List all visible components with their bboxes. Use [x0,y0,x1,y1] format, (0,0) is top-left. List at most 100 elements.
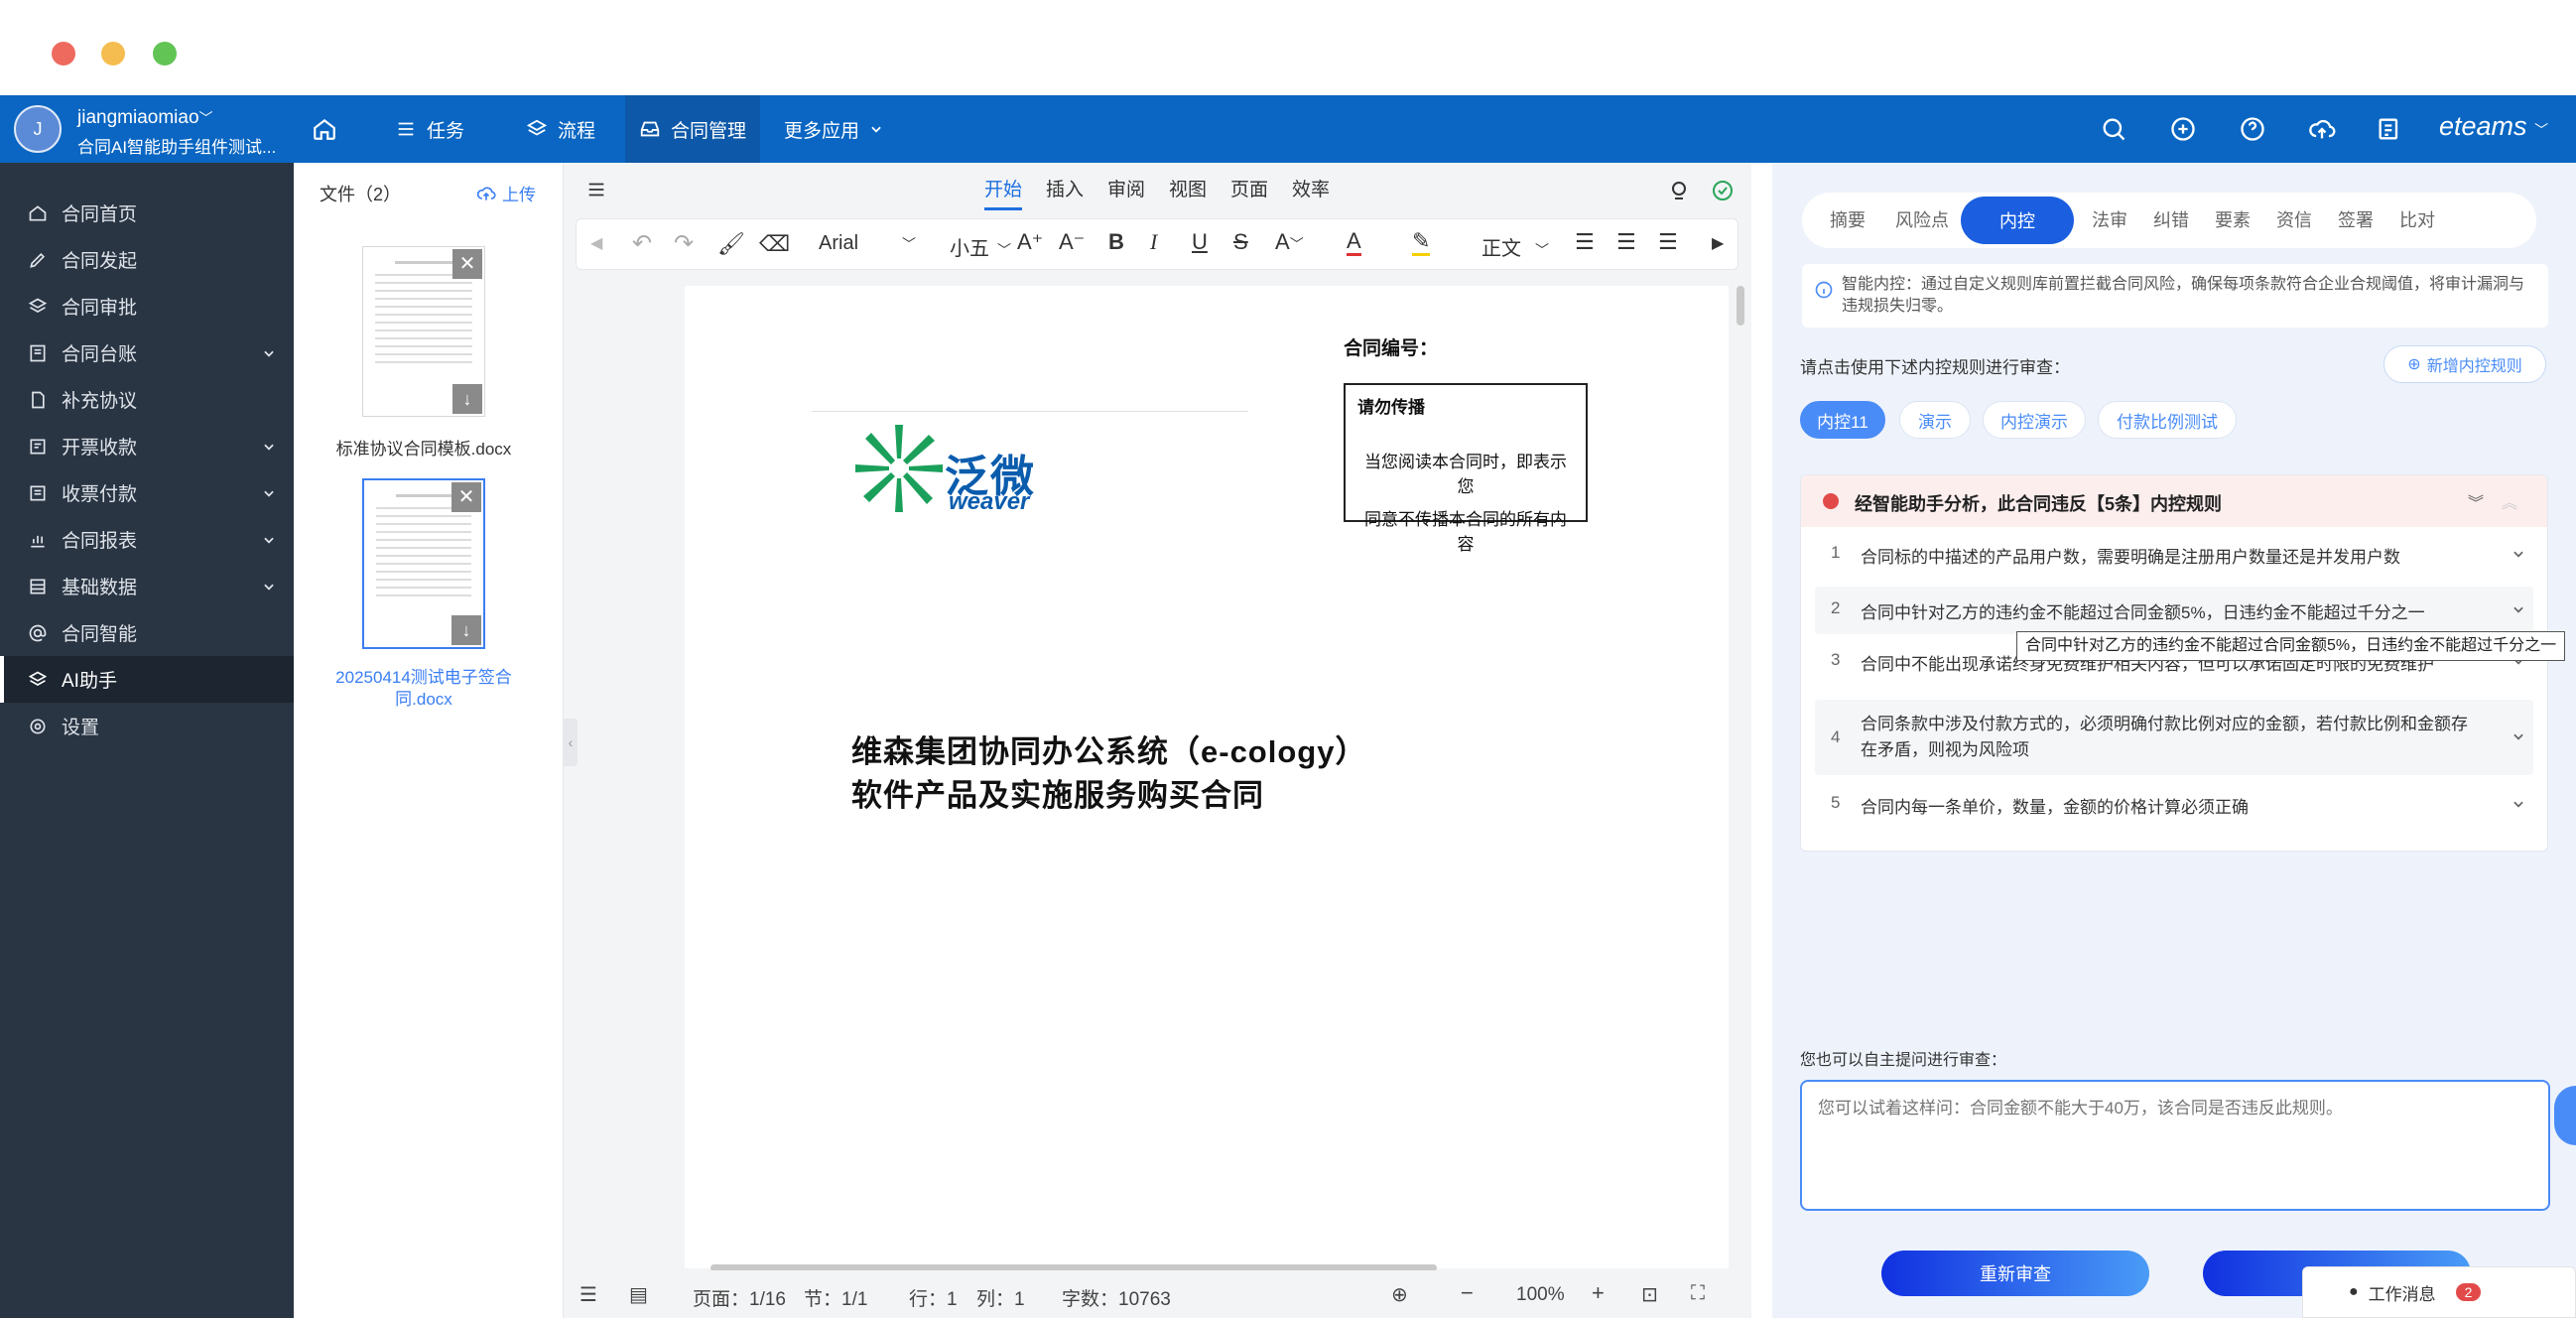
outline-icon[interactable]: ☰ [580,1282,597,1307]
underline-icon[interactable]: U [1192,229,1208,255]
recheck-button[interactable]: 重新审查 [1881,1251,2149,1296]
sidebar-item-intelligence[interactable]: 合同智能 [0,609,294,656]
nav-home[interactable] [312,95,351,163]
font-color-icon[interactable]: A [1347,229,1361,256]
redo-icon[interactable]: ↷ [674,229,694,258]
rule-chip[interactable]: 付款比例测试 [2098,401,2237,439]
eraser-icon[interactable]: ⌫ [759,231,790,257]
menu-icon[interactable] [585,179,607,200]
tab-start[interactable]: 开始 [984,175,1023,210]
collapse-all-icon[interactable]: ︽ [2502,489,2517,513]
undo-icon[interactable]: ↶ [632,229,652,258]
font-family-select[interactable]: Arial ﹀ [819,232,916,255]
tab-sign[interactable]: 签署 [2338,206,2374,232]
tab-review[interactable]: 审阅 [1107,175,1145,201]
shrink-font-icon[interactable]: A⁻ [1059,229,1085,255]
tab-page[interactable]: 页面 [1230,175,1268,201]
tab-correction[interactable]: 纠错 [2153,206,2189,232]
upload-button[interactable]: 上传 [476,181,536,205]
align-left-icon[interactable]: ☰ [1575,229,1595,255]
panel-collapse-handle[interactable]: ‹ [564,719,578,766]
highlight-icon[interactable]: ✎ [1412,229,1431,256]
work-message-bar[interactable]: ● 工作消息 2 [2302,1266,2576,1318]
rule-chip[interactable]: 演示 [1899,401,1971,439]
help-icon[interactable] [2239,115,2266,143]
sidebar-item-report[interactable]: 合同报表 [0,516,294,563]
sidebar-item-initiate[interactable]: 合同发起 [0,236,294,283]
rule-chip[interactable]: 内控演示 [1983,401,2086,439]
tab-summary[interactable]: 摘要 [1830,206,1866,232]
nav-flow[interactable]: 流程 [526,95,595,163]
vertical-scrollbar[interactable] [1737,286,1744,326]
minimize-window-button[interactable] [101,42,125,66]
delete-file-icon[interactable]: ✕ [452,249,482,279]
format-painter-icon[interactable]: 🖌 [717,231,745,257]
sidebar-item-home[interactable]: 合同首页 [0,190,294,236]
tab-view[interactable]: 视图 [1169,175,1207,201]
file-thumbnail[interactable]: ✕ ↓ [362,478,485,649]
sidebar-item-ledger[interactable]: 合同台账 [0,330,294,376]
tab-risk[interactable]: 风险点 [1895,206,1949,232]
user-name[interactable]: jiangmiaomiao﹀ [77,107,213,129]
language-icon[interactable]: ⊕ [1391,1282,1408,1307]
fullscreen-icon[interactable]: ⛶ [1691,1282,1705,1305]
nav-contract-manage[interactable]: 合同管理 [625,95,761,163]
brand-switcher[interactable]: eteams ﹀ [2439,111,2548,142]
notes-icon[interactable] [2376,115,2403,143]
align-right-icon[interactable]: ☰ [1658,229,1678,255]
zoom-in-icon[interactable]: + [1592,1280,1605,1306]
rule-item[interactable]: 1 合同标的中描述的产品用户数，需要明确是注册用户数量还是并发用户数 [1801,543,2547,583]
download-file-icon[interactable]: ↓ [452,384,482,414]
tab-insert[interactable]: 插入 [1046,175,1084,201]
fit-page-icon[interactable]: ⊡ [1641,1282,1658,1307]
close-window-button[interactable] [52,42,75,66]
text-effect-icon[interactable]: A﹀ [1275,229,1304,255]
sidebar-item-supplement[interactable]: 补充协议 [0,376,294,423]
file-name[interactable]: 标准协议合同模板.docx [294,435,554,460]
maximize-window-button[interactable] [153,42,177,66]
sidebar-item-invoice[interactable]: 开票收款 [0,423,294,469]
align-center-icon[interactable]: ☰ [1616,229,1636,255]
nav-tasks[interactable]: 任务 [395,95,464,163]
add-circle-icon[interactable] [2169,115,2197,143]
italic-icon[interactable]: I [1150,229,1157,255]
tab-compare[interactable]: 比对 [2399,206,2435,232]
rule-item[interactable]: 5 合同内每一条单价，数量，金额的价格计算必须正确 [1801,793,2547,833]
nav-more-apps[interactable]: 更多应用 [784,95,883,163]
collaborate-icon[interactable] [1667,179,1691,202]
add-rule-button[interactable]: ⊕ 新增内控规则 [2383,345,2546,383]
question-input[interactable] [1800,1080,2550,1211]
cloud-saved-icon[interactable] [1711,179,1735,202]
font-size-select[interactable]: 小五 ﹀ [950,232,1011,261]
sidebar-item-approval[interactable]: 合同审批 [0,283,294,330]
sidebar-item-basedata[interactable]: 基础数据 [0,563,294,609]
tab-efficiency[interactable]: 效率 [1292,175,1330,201]
paragraph-style-select[interactable]: 正文 ﹀ [1481,232,1549,261]
strikethrough-icon[interactable]: S [1233,229,1248,255]
rule-item[interactable]: 2 合同中针对乙方的违约金不能超过合同金额5%，日违约金不能超过千分之一 [1815,587,2533,634]
tab-legal[interactable]: 法审 [2092,206,2127,232]
search-icon[interactable] [2100,115,2127,143]
cloud-upload-icon[interactable] [2308,115,2336,143]
tab-elements[interactable]: 要素 [2215,206,2251,232]
scroll-left-icon[interactable]: ◀ [590,233,602,253]
file-thumbnail[interactable]: ✕ ↓ [362,246,485,417]
avatar[interactable]: J [14,105,62,153]
grow-font-icon[interactable]: A⁺ [1017,229,1043,255]
page-icon[interactable]: ▤ [629,1282,648,1307]
tab-credit[interactable]: 资信 [2276,206,2312,232]
expand-all-icon[interactable]: ︾ [2468,489,2484,513]
sidebar-item-ai-assistant[interactable]: AI助手 [0,656,294,703]
rule-item[interactable]: 4 合同条款中涉及付款方式的，必须明确付款比例对应的金额，若付款比例和金额存在矛… [1815,700,2533,775]
bold-icon[interactable]: B [1108,229,1124,255]
document-page[interactable]: 合同编号： 请勿传播 当您阅读本合同时，即表示您 同意不传播本合同的所有内容 泛… [685,286,1729,1268]
download-file-icon[interactable]: ↓ [451,615,481,645]
sidebar-item-receipt[interactable]: 收票付款 [0,469,294,516]
scroll-right-icon[interactable]: ▶ [1712,233,1724,253]
tab-internal-control[interactable]: 内控 [1961,197,2074,244]
file-name-selected[interactable]: 20250414测试电子签合同.docx [333,667,514,711]
rule-chip-active[interactable]: 内控11 [1800,401,1885,439]
assistant-bot-icon[interactable] [2554,1086,2576,1145]
zoom-level[interactable]: 100% [1516,1284,1565,1306]
delete-file-icon[interactable]: ✕ [451,482,481,512]
